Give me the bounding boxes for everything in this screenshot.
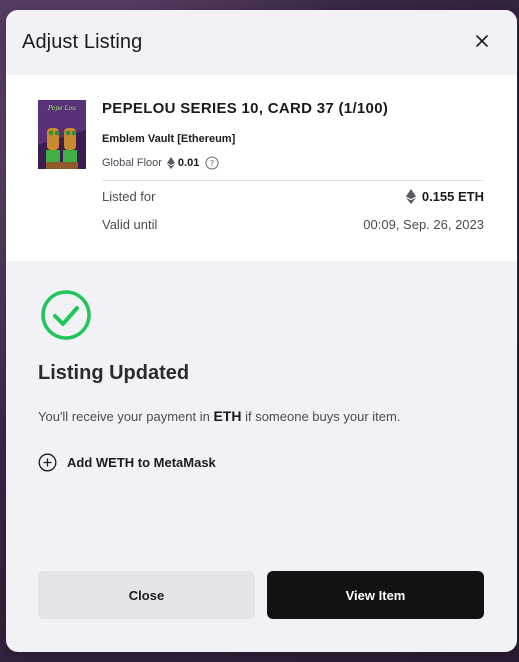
- adjust-listing-modal: Adjust Listing Pepe Lou PEPELOU SERIES 1…: [6, 10, 517, 652]
- valid-until-label: Valid until: [102, 217, 158, 232]
- add-weth-to-metamask-link[interactable]: Add WETH to MetaMask: [38, 453, 216, 472]
- valid-until-row: Valid until 00:09, Sep. 26, 2023: [102, 217, 484, 232]
- item-title[interactable]: PEPELOU SERIES 10, CARD 37 (1/100): [102, 100, 388, 117]
- message-suffix: if someone buys your item.: [245, 409, 401, 424]
- close-button[interactable]: Close: [38, 571, 255, 619]
- message-prefix: You'll receive your payment in: [38, 409, 210, 424]
- divider: [102, 180, 484, 181]
- message-token: ETH: [213, 408, 242, 424]
- global-floor: Global Floor 0.01 ?: [102, 156, 219, 170]
- modal-title: Adjust Listing: [22, 31, 143, 53]
- listed-price: 0.155 ETH: [405, 189, 484, 204]
- item-collection[interactable]: Emblem Vault [Ethereum]: [102, 133, 235, 145]
- global-floor-label: Global Floor: [102, 157, 162, 169]
- plus-circle-icon: [38, 453, 57, 472]
- svg-text:?: ?: [210, 159, 214, 168]
- valid-until-value: 00:09, Sep. 26, 2023: [363, 217, 484, 232]
- status-heading: Listing Updated: [38, 362, 190, 384]
- ethereum-icon: [405, 189, 416, 204]
- modal-header: Adjust Listing: [6, 10, 517, 75]
- item-summary-panel: Pepe Lou PEPELOU SERIES 10, CARD 37 (1/1…: [6, 75, 517, 261]
- payment-message: You'll receive your payment in ETH if so…: [38, 408, 400, 424]
- global-floor-value: 0.01: [177, 157, 200, 169]
- item-thumbnail[interactable]: Pepe Lou: [38, 100, 86, 169]
- add-weth-label: Add WETH to MetaMask: [67, 455, 216, 470]
- check-circle-icon: [41, 290, 91, 340]
- listed-for-label: Listed for: [102, 189, 156, 204]
- ethereum-icon: [166, 157, 175, 169]
- help-icon[interactable]: ?: [205, 156, 219, 170]
- listed-price-value: 0.155 ETH: [421, 189, 484, 204]
- pepe-card-art-icon: Pepe Lou: [38, 100, 86, 169]
- listed-for-row: Listed for 0.155 ETH: [102, 189, 484, 204]
- close-icon[interactable]: [473, 32, 491, 50]
- thumbnail-caption: Pepe Lou: [47, 105, 76, 112]
- view-item-button[interactable]: View Item: [267, 571, 484, 619]
